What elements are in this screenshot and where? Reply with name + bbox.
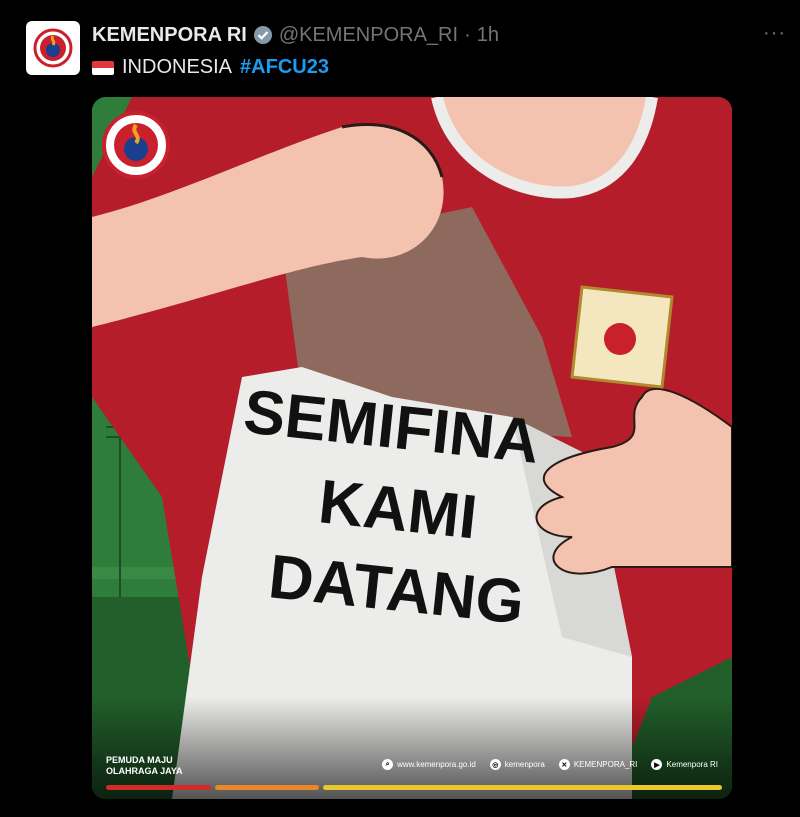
contact-label: Kemenpora RI [666,760,718,769]
separator-dot: · [464,23,471,46]
contact-x: ✕ KEMENPORA_RI [558,759,638,770]
slogan: PEMUDA MAJU OLAHRAGA JAYA [106,755,183,777]
post-image[interactable]: SEMIFINA KAMI DATANG PEMUDA MAJU OLAHRAG… [92,97,732,799]
avatar[interactable] [26,21,80,75]
poster-footer: PEMUDA MAJU OLAHRAGA JAYA ⌕ www.kemenpor… [92,747,732,799]
poster-illustration: SEMIFINA KAMI DATANG [92,97,732,799]
kemenpora-logo-icon [33,28,73,68]
slogan-line-2: OLAHRAGA JAYA [106,766,183,776]
post-header: KEMENPORA RI @KEMENPORA_RI · 1h [92,22,499,48]
youtube-facebook-icon: ▶ [651,759,663,770]
post-time[interactable]: 1h [477,24,499,47]
contact-website: ⌕ www.kemenpora.go.id [382,759,476,770]
verified-badge-icon [253,26,272,44]
contact-label: KEMENPORA_RI [573,760,638,769]
contact-instagram: ◎ kemenpora [489,759,545,770]
color-bars [106,785,722,790]
slogan-line-1: PEMUDA MAJU [106,755,173,765]
bar-yellow [323,785,722,790]
bar-orange [214,785,320,790]
hashtag-link[interactable]: #AFCU23 [240,56,329,79]
contact-label: www.kemenpora.go.id [397,760,476,769]
bar-red [106,785,211,790]
indonesia-flag-icon [92,60,114,75]
contact-label: kemenpora [504,760,545,769]
instagram-icon: ◎ [489,759,501,770]
post-text: INDONESIA #AFCU23 [92,56,329,79]
contact-list: ⌕ www.kemenpora.go.id ◎ kemenpora ✕ KEME… [382,759,718,770]
user-handle[interactable]: @KEMENPORA_RI [279,24,458,47]
display-name[interactable]: KEMENPORA RI [92,24,247,47]
more-options-icon[interactable]: ··· [763,22,786,45]
search-icon: ⌕ [382,759,394,770]
x-icon: ✕ [558,759,570,770]
tweet[interactable]: KEMENPORA RI @KEMENPORA_RI · 1h ··· INDO… [0,0,800,817]
contact-youtube-facebook: ▶ Kemenpora RI [651,759,718,770]
post-text-country: INDONESIA [122,56,233,78]
